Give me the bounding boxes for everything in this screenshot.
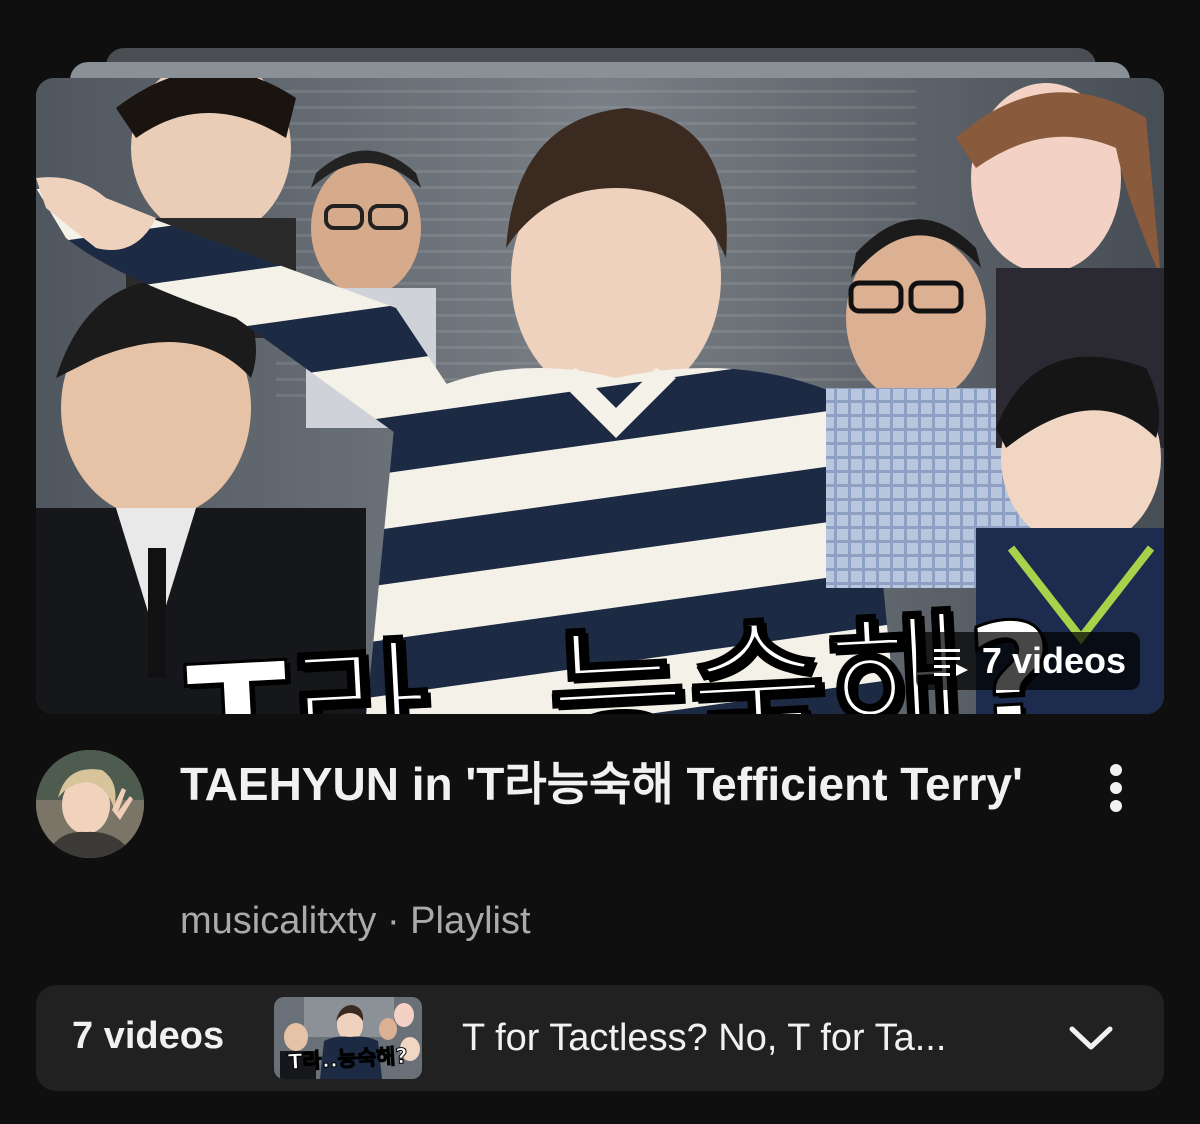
playlist-thumbnail[interactable]: T라..능숙해? 7 videos (36, 78, 1164, 714)
chevron-down-icon[interactable] (1068, 1021, 1114, 1055)
channel-avatar[interactable] (36, 750, 144, 858)
playlist-video-count: 7 videos (72, 1015, 225, 1057)
channel-name[interactable]: musicalitxty (180, 900, 376, 942)
avatar-image (36, 750, 144, 858)
more-dot (1110, 800, 1122, 812)
video-count-badge-label: 7 videos (981, 640, 1126, 681)
playlist-meta: musicalitxty · Playlist (180, 900, 531, 943)
playlist-expand-bar[interactable]: 7 videos T라..능숙해? T for Tactless? No, T … (36, 985, 1164, 1091)
more-dot (1110, 764, 1122, 776)
video-count-badge: 7 videos (915, 632, 1140, 690)
playlist-title[interactable]: TAEHYUN in 'T라능숙해 Tefficient Terry' (180, 752, 1060, 816)
more-dot (1110, 782, 1122, 794)
current-video-title: T for Tactless? No, T for Ta... (462, 1017, 947, 1059)
playlist-type-label: Playlist (410, 900, 531, 942)
mini-thumbnail-overlay-text: T라..능숙해? (287, 1043, 409, 1075)
current-video-thumbnail: T라..능숙해? (274, 997, 422, 1079)
playlist-card: T라..능숙해? 7 videos TAEHYUN in 'T라능숙해 Teff… (0, 0, 1200, 1124)
playlist-play-icon (933, 649, 968, 676)
meta-separator: · (386, 900, 400, 942)
more-vertical-icon[interactable] (1092, 758, 1140, 818)
